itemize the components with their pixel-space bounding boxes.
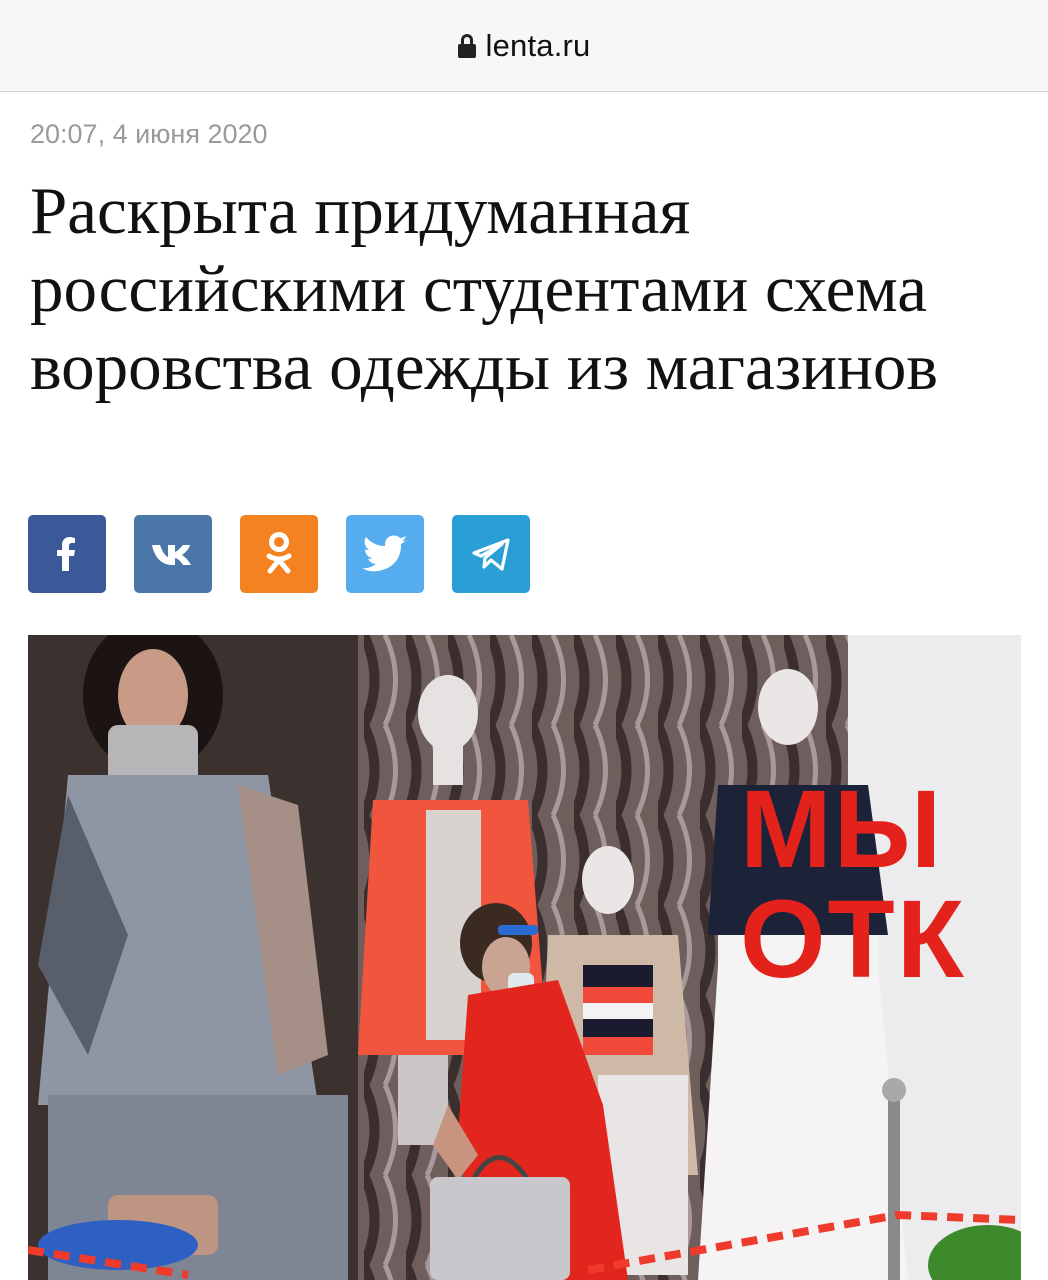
url-display[interactable]: lenta.ru xyxy=(457,27,591,64)
store-sign-line2: ОТК xyxy=(740,878,966,1001)
store-window-photo: МЫ ОТК xyxy=(28,635,1021,1280)
telegram-icon xyxy=(472,538,510,571)
browser-url-bar[interactable]: lenta.ru xyxy=(0,0,1048,92)
twitter-icon xyxy=(362,535,407,572)
lock-icon xyxy=(457,33,476,59)
share-facebook-button[interactable] xyxy=(28,515,106,593)
share-odnoklassniki-button[interactable] xyxy=(240,515,318,593)
share-vk-button[interactable] xyxy=(134,515,212,593)
share-buttons xyxy=(28,515,530,593)
share-twitter-button[interactable] xyxy=(346,515,424,593)
article-headline: Раскрыта придуманная российскими студент… xyxy=(30,174,939,404)
vk-icon xyxy=(152,545,191,565)
store-sign-line1: МЫ xyxy=(740,768,943,891)
article-timestamp: 20:07, 4 июня 2020 xyxy=(30,119,268,149)
share-telegram-button[interactable] xyxy=(452,515,530,593)
odnoklassniki-icon xyxy=(266,532,292,574)
facebook-icon xyxy=(57,537,75,571)
barrier-post xyxy=(888,1090,900,1280)
url-text: lenta.ru xyxy=(485,27,591,63)
article-photo: МЫ ОТК xyxy=(28,635,1021,1280)
